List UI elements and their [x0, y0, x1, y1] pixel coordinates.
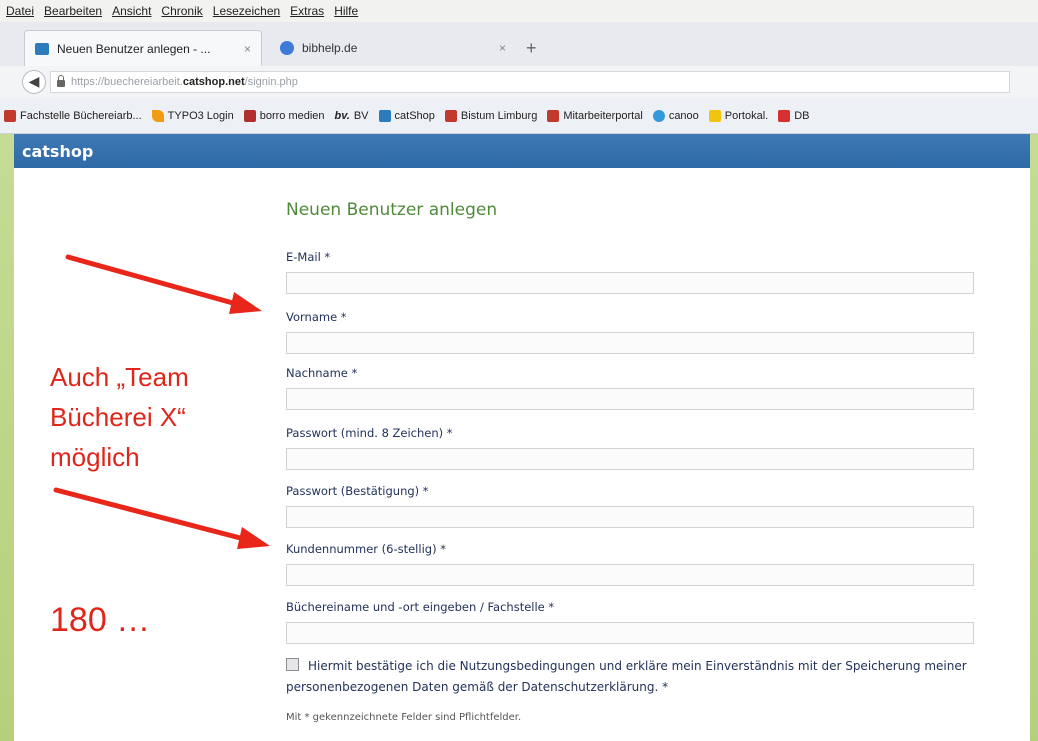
annotation-arrow-kundennummer [53, 487, 270, 549]
annotation-arrow-vorname [65, 254, 262, 314]
annotation-arrows [53, 254, 270, 549]
